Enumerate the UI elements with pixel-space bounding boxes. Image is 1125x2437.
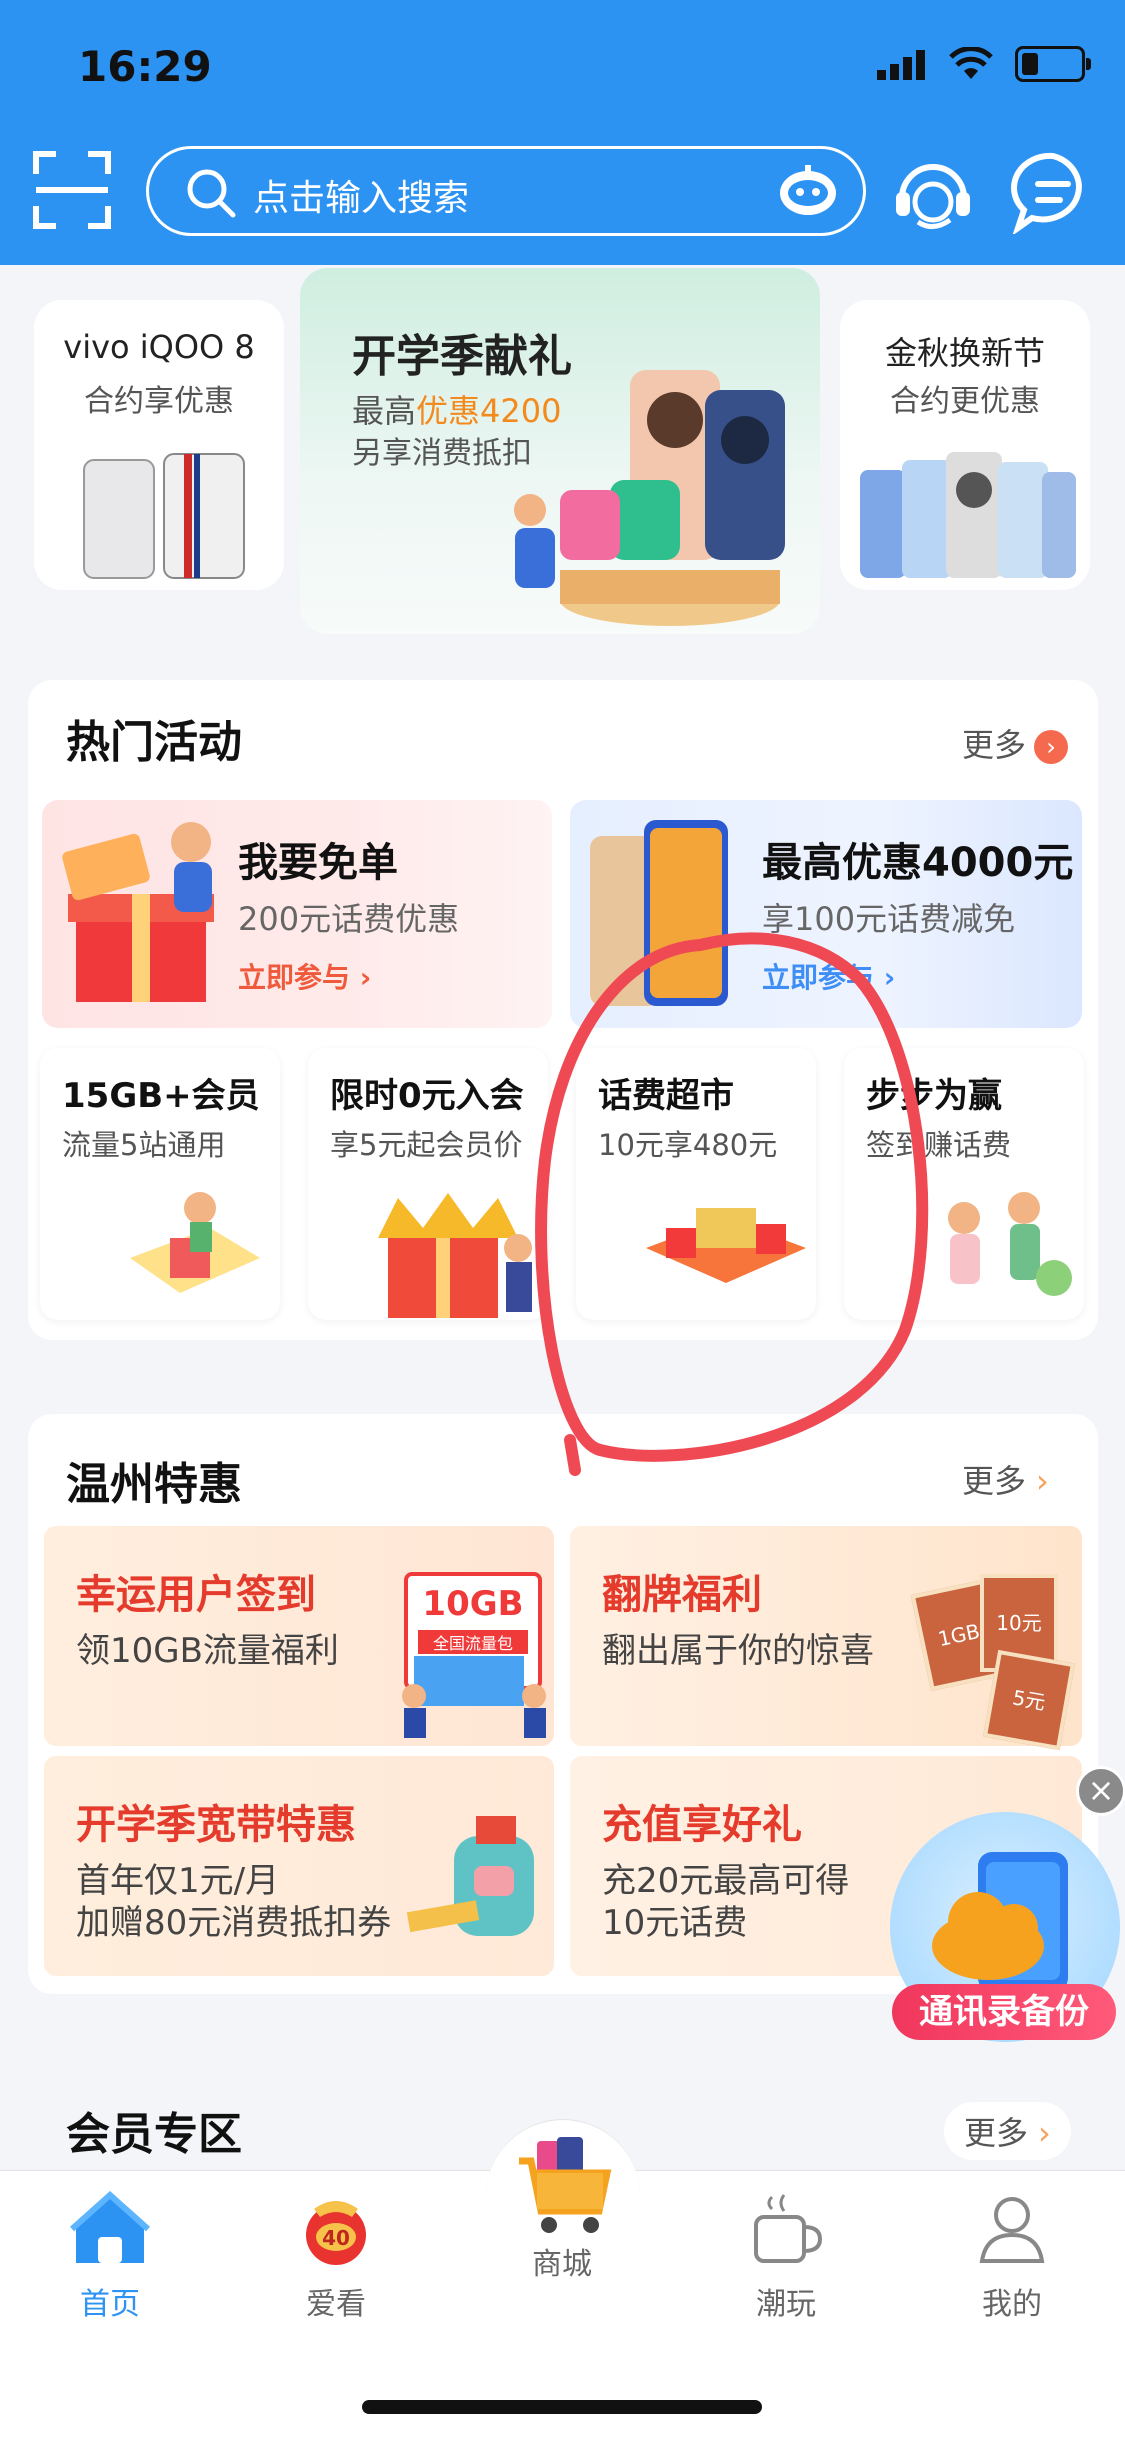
nav-label: 爱看	[306, 2287, 366, 2322]
nav-label: 首页	[80, 2287, 140, 2322]
chevron-right-icon: ›	[1034, 730, 1069, 764]
big-card-free-order[interactable]: 我要免单 200元话费优惠 立即参与 ›	[42, 800, 552, 1028]
cloud-phone-icon	[932, 1852, 1068, 1992]
nav-label: 潮玩	[756, 2287, 816, 2322]
search-placeholder: 点击输入搜索	[253, 178, 470, 219]
banner-school-season[interactable]: 开学季献礼 最高优惠4200 另享消费抵扣	[300, 268, 820, 634]
status-time: 16:29	[78, 42, 212, 91]
small-card-zero-membership[interactable]: 限时0元入会 享5元起会员价	[308, 1048, 548, 1320]
search-bar[interactable]: 点击输入搜索	[146, 146, 866, 236]
nav-mall[interactable]: 商城	[462, 2131, 662, 2283]
nav-profile[interactable]: 我的	[912, 2191, 1112, 2323]
backpack-books-illustration-icon	[406, 1816, 534, 1936]
banner-subtitle: 合约更优惠	[890, 384, 1040, 419]
phone-illustration-icon	[83, 453, 245, 579]
phones-and-watch-illustration-icon	[514, 370, 785, 626]
scan-icon[interactable]	[32, 150, 112, 230]
crown-gift-illustration-icon	[378, 1193, 532, 1318]
top-header: 16:29 点击输入搜索	[0, 0, 1125, 265]
deal-subtitle: 领10GB流量福利	[76, 1631, 339, 1671]
small-card-title: 话费超市	[598, 1076, 734, 1116]
small-card-subtitle: 10元享480元	[598, 1128, 778, 1162]
nav-home[interactable]: 首页	[10, 2190, 210, 2323]
message-icon[interactable]	[1010, 148, 1096, 234]
small-card-15gb-member[interactable]: 15GB+会员 流量5站通用	[40, 1048, 280, 1320]
small-card-phone-bill-market[interactable]: 话费超市 10元享480元	[576, 1048, 816, 1320]
red-envelope-40-icon: 40	[306, 2201, 366, 2265]
deal-title: 幸运用户签到	[76, 1572, 316, 1618]
svg-text:40: 40	[322, 2226, 350, 2250]
cellular-signal-icon	[877, 50, 925, 80]
big-card-title: 我要免单	[238, 840, 398, 886]
close-floating-icon[interactable]: ×	[1076, 1766, 1125, 1816]
people-celebrating-illustration-icon	[402, 1656, 546, 1738]
deal-lucky-signin[interactable]: 幸运用户签到 领10GB流量福利 10GB 全国流量包	[44, 1526, 554, 1746]
customer-service-icon[interactable]	[890, 148, 976, 234]
phone-illustration-icon	[590, 820, 728, 1006]
deal-title: 翻牌福利	[602, 1572, 762, 1618]
banner-title: vivo iQOO 8	[63, 328, 255, 366]
big-card-subtitle: 享100元话费减免	[762, 900, 1016, 938]
small-card-subtitle: 流量5站通用	[62, 1128, 226, 1162]
deal-line1: 充20元最高可得	[602, 1861, 850, 1901]
gift-box-illustration-icon	[62, 822, 214, 1002]
banner-vivo-iqoo8[interactable]: vivo iQOO 8 合约享优惠	[34, 300, 284, 590]
phone-lineup-illustration-icon	[860, 452, 1076, 578]
section-title-member: 会员专区	[66, 2109, 242, 2160]
data-package-illustration-icon	[130, 1192, 260, 1293]
deal-line2: 10元话费	[602, 1903, 748, 1943]
deal-subtitle: 翻出属于你的惊喜	[602, 1631, 874, 1671]
home-icon	[69, 2190, 151, 2263]
chevron-right-icon: ›	[1038, 2114, 1051, 2152]
contacts-backup-widget[interactable]: 通讯录备份	[890, 1812, 1120, 2042]
section-title-wenzhou: 温州特惠	[66, 1459, 242, 1510]
status-icons	[877, 46, 1091, 82]
search-icon	[187, 169, 236, 218]
banner-autumn-trade-in[interactable]: 金秋换新节 合约更优惠	[840, 300, 1090, 590]
home-indicator	[362, 2400, 762, 2414]
deal-title: 开学季宽带特惠	[76, 1802, 356, 1848]
banner-subtitle: 合约享优惠	[84, 384, 234, 419]
deal-line2: 加赠80元消费抵扣券	[76, 1903, 392, 1943]
small-card-step-win[interactable]: 步步为赢 签到赚话费	[844, 1048, 1084, 1320]
more-wenzhou-link[interactable]: 更多 ›	[962, 1456, 1049, 1502]
deal-flip-card-bonus[interactable]: 翻牌福利 翻出属于你的惊喜 1GB 10元 5元	[570, 1526, 1082, 1751]
shopping-market-illustration-icon	[646, 1208, 806, 1283]
coffee-cup-icon	[754, 2194, 823, 2263]
join-now-link[interactable]: 立即参与 ›	[238, 956, 371, 996]
big-card-max-discount[interactable]: 最高优惠4000元 享100元话费减免 立即参与 ›	[570, 800, 1082, 1028]
big-card-title: 最高优惠4000元	[762, 840, 1074, 886]
deal-broadband-school[interactable]: 开学季宽带特惠 首年仅1元/月 加赠80元消费抵扣券	[44, 1756, 554, 1976]
wifi-icon	[949, 47, 993, 79]
small-card-title: 限时0元入会	[330, 1076, 524, 1116]
small-card-title: 步步为赢	[866, 1076, 1002, 1116]
battery-icon	[1015, 46, 1091, 82]
flip-card: 5元	[982, 1649, 1076, 1751]
chevron-right-icon: ›	[1036, 1462, 1049, 1500]
nav-label: 商城	[532, 2247, 592, 2282]
user-profile-icon	[979, 2197, 1045, 2263]
small-card-subtitle: 享5元起会员价	[330, 1128, 523, 1162]
nav-watch[interactable]: 40 爱看	[236, 2191, 436, 2323]
contacts-backup-label: 通讯录备份	[892, 1984, 1116, 2040]
big-card-subtitle: 200元话费优惠	[238, 900, 460, 938]
shopping-cart-icon	[519, 2137, 612, 2233]
banner-title: 金秋换新节	[884, 334, 1045, 372]
bottom-navigation: 首页 40 爱看 商城 潮玩 我的	[0, 2119, 1125, 2437]
more-hot-link[interactable]: 更多 ›	[962, 720, 1069, 766]
section-title-hot: 热门活动	[66, 717, 242, 768]
voice-assistant-robot-icon[interactable]	[777, 165, 839, 217]
walking-people-illustration-icon	[948, 1192, 1072, 1296]
small-card-subtitle: 签到赚话费	[866, 1128, 1012, 1162]
join-now-link[interactable]: 立即参与 ›	[762, 956, 895, 996]
nav-label: 我的	[982, 2287, 1042, 2322]
deal-line1: 首年仅1元/月	[76, 1861, 280, 1901]
deal-title: 充值享好礼	[602, 1802, 802, 1848]
small-card-title: 15GB+会员	[62, 1076, 260, 1116]
more-member-link[interactable]: 更多 ›	[944, 2102, 1071, 2160]
nav-trend[interactable]: 潮玩	[686, 2191, 886, 2323]
